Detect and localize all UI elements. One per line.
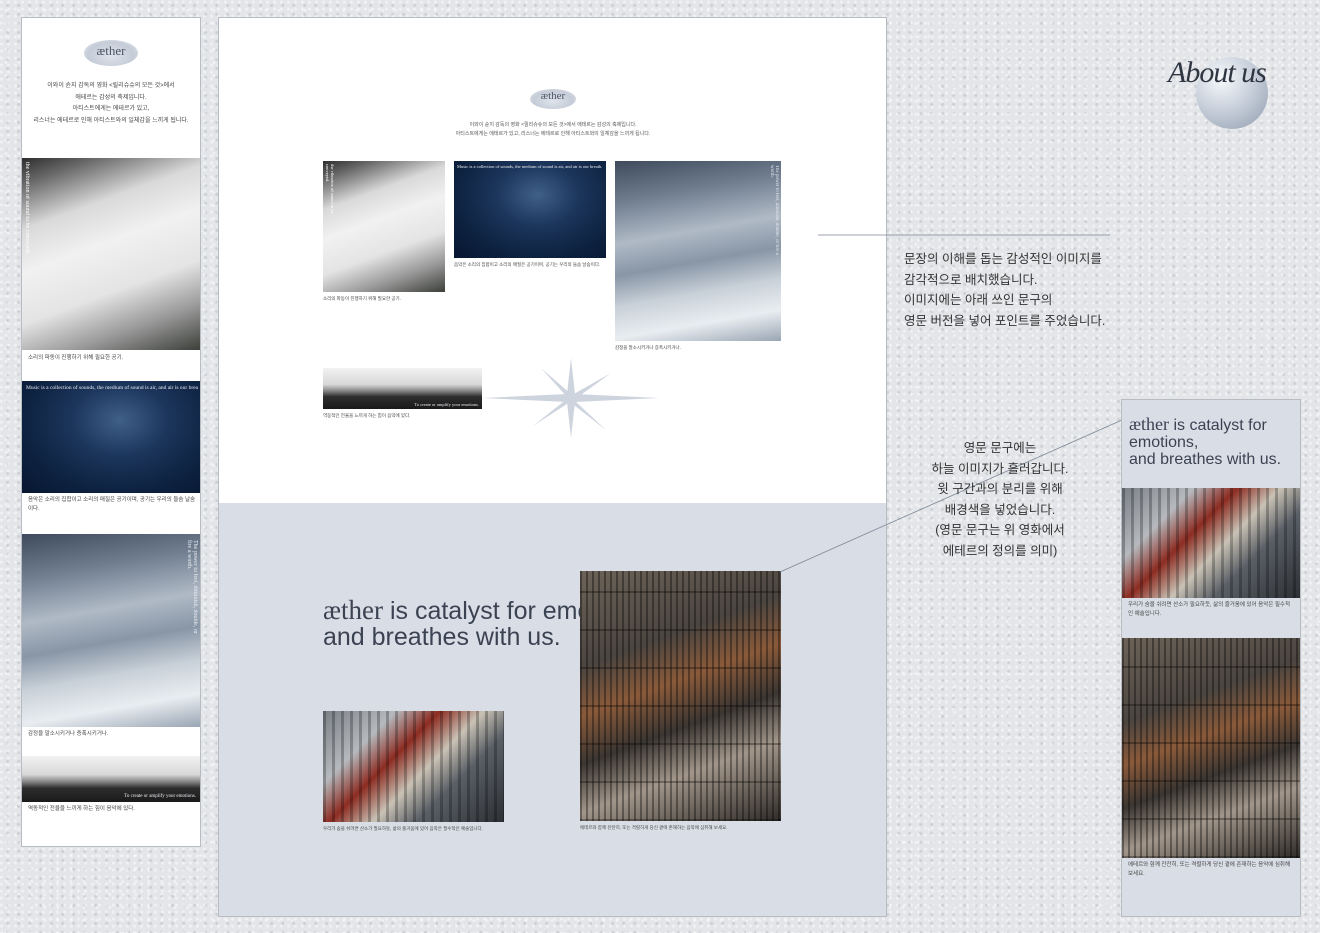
photo-caption: 에테르와 함께 잔잔히, 또는 격렬하게 당신 곁에 존재하는 음악에 심취해 … — [1128, 862, 1291, 877]
headline-mobile: æther is catalyst for emotions, and brea… — [1129, 414, 1282, 468]
annotation-images: 문장의 이해를 돕는 감성적인 이미지를 감각적으로 배치했습니다. 이미지에는… — [904, 252, 1106, 328]
photo-caption: 우리가 숨을 쉬려면 산소가 필요하듯, 삶의 즐거움에 있어 음악은 필수적인… — [1128, 602, 1291, 617]
photo-records — [1122, 488, 1300, 598]
mobile-mockup-right: æther is catalyst for emotions, and brea… — [1121, 399, 1301, 917]
annotation-tagline: 영문 문구에는 하늘 이미지가 흘러갑니다. 윗 구간과의 분리를 위해 배경색… — [931, 441, 1069, 558]
headline-brand: æther — [1129, 414, 1169, 434]
photo-amps — [1122, 638, 1300, 858]
